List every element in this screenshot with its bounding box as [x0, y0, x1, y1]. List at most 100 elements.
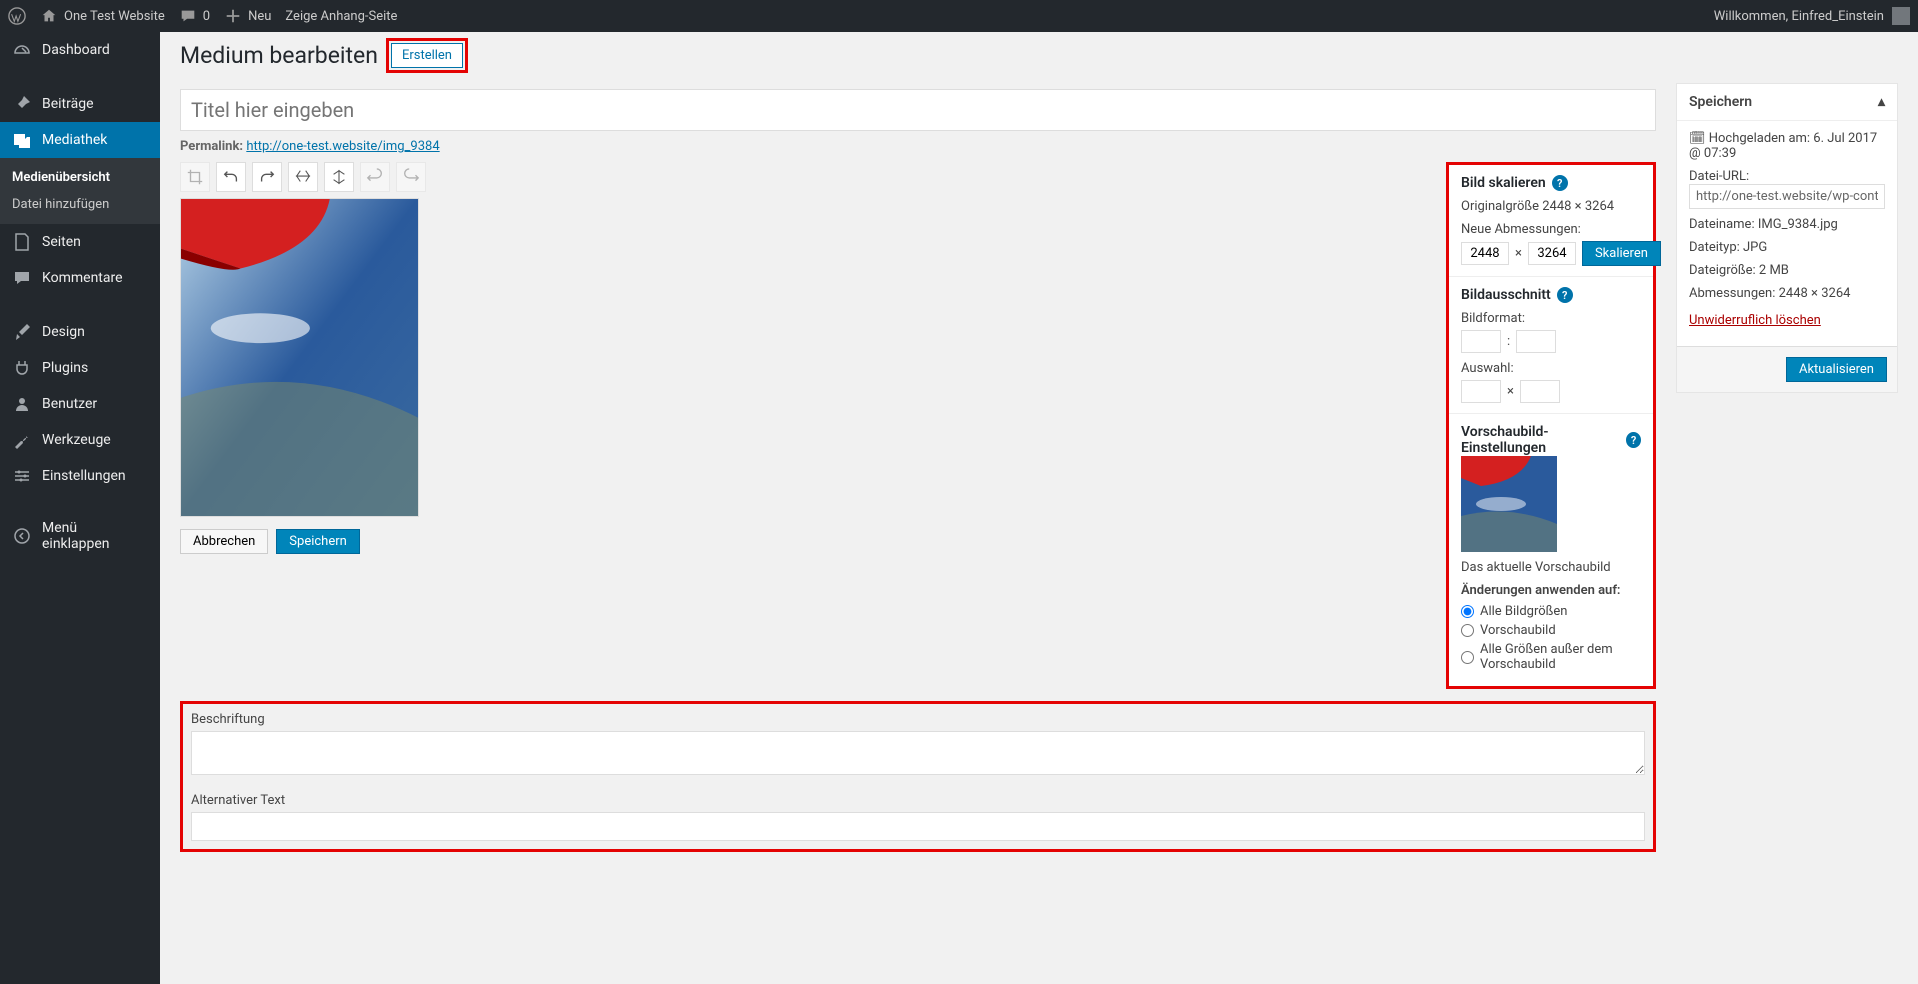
- create-button[interactable]: Erstellen: [391, 43, 463, 68]
- flip-h-icon: [330, 168, 348, 186]
- rotate-left-icon: [222, 168, 240, 186]
- permalink-row: Permalink: http://one-test.website/img_9…: [180, 131, 1656, 162]
- new-dims-label: Neue Abmessungen:: [1461, 222, 1641, 237]
- flip-vertical-button[interactable]: [288, 162, 318, 192]
- caption-textarea[interactable]: [191, 731, 1645, 775]
- site-name: One Test Website: [64, 9, 165, 24]
- image-preview[interactable]: [180, 198, 419, 517]
- menu-collapse[interactable]: Menü einklappen: [0, 512, 160, 560]
- rotate-right-button[interactable]: [252, 162, 282, 192]
- welcome-text[interactable]: Willkommen, Einfred_Einstein: [1714, 9, 1884, 24]
- delete-permanently-link[interactable]: Unwiderruflich löschen: [1689, 313, 1821, 328]
- format-label: Bildformat:: [1461, 311, 1641, 326]
- undo-button[interactable]: [360, 162, 390, 192]
- menu-dashboard[interactable]: Dashboard: [0, 32, 160, 68]
- radio-except-thumb[interactable]: Alle Größen außer dem Vorschaubild: [1461, 642, 1641, 672]
- scale-width-input[interactable]: [1461, 242, 1509, 265]
- scale-button[interactable]: Skalieren: [1582, 241, 1661, 266]
- menu-posts[interactable]: Beiträge: [0, 86, 160, 122]
- sel-w-input[interactable]: [1461, 380, 1501, 403]
- plus-icon: [224, 7, 242, 25]
- page-icon: [12, 232, 32, 252]
- rotate-right-icon: [258, 168, 276, 186]
- ratio-h-input[interactable]: [1516, 330, 1556, 353]
- radio-all-sizes[interactable]: Alle Bildgrößen: [1461, 604, 1641, 619]
- site-link[interactable]: One Test Website: [40, 7, 165, 25]
- menu-plugins[interactable]: Plugins: [0, 350, 160, 386]
- scale-height-input[interactable]: [1528, 242, 1576, 265]
- menu-users[interactable]: Benutzer: [0, 386, 160, 422]
- original-size: Originalgröße 2448 × 3264: [1461, 199, 1641, 214]
- redo-icon: [402, 168, 420, 186]
- apply-changes-label: Änderungen anwenden auf:: [1461, 583, 1641, 598]
- rotate-left-button[interactable]: [216, 162, 246, 192]
- permalink-url[interactable]: http://one-test.website/img_9384: [246, 139, 439, 154]
- menu-media[interactable]: Mediathek: [0, 122, 160, 158]
- crop-button[interactable]: [180, 162, 210, 192]
- flip-horizontal-button[interactable]: [324, 162, 354, 192]
- brush-icon: [12, 322, 32, 342]
- save-metabox-header[interactable]: Speichern ▴: [1677, 84, 1897, 121]
- filesize-row: Dateigröße: 2 MB: [1689, 263, 1885, 278]
- save-metabox: Speichern ▴ 🗓 Hochgeladen am: 6. Jul 201…: [1676, 83, 1898, 393]
- image-edit-toolbar: [180, 162, 1434, 192]
- comment-icon: [12, 268, 32, 288]
- page-heading: Medium bearbeiten: [180, 42, 378, 69]
- wp-logo[interactable]: [8, 7, 26, 25]
- crop-heading: Bildausschnitt?: [1461, 287, 1641, 303]
- comments-link[interactable]: 0: [179, 7, 210, 25]
- main-content: Medium bearbeiten Erstellen Permalink: h…: [160, 32, 1918, 984]
- collapse-icon: [12, 526, 32, 546]
- flip-v-icon: [294, 168, 312, 186]
- radio-thumbnail[interactable]: Vorschaubild: [1461, 623, 1641, 638]
- file-url-input[interactable]: [1689, 184, 1885, 209]
- sliders-icon: [12, 466, 32, 486]
- user-icon: [12, 394, 32, 414]
- update-button[interactable]: Aktualisieren: [1786, 357, 1887, 382]
- submenu-media-overview[interactable]: Medienübersicht: [0, 164, 160, 191]
- admin-bar: One Test Website 0 Neu Zeige Anhang-Seit…: [0, 0, 1918, 32]
- file-url-label: Datei-URL:: [1689, 169, 1885, 184]
- dimensions-row: Abmessungen: 2448 × 3264: [1689, 286, 1885, 301]
- new-link[interactable]: Neu: [224, 7, 271, 25]
- pin-icon: [12, 94, 32, 114]
- help-icon[interactable]: ?: [1557, 287, 1573, 303]
- home-icon: [40, 7, 58, 25]
- view-attachment-link[interactable]: Zeige Anhang-Seite: [285, 9, 397, 24]
- alt-text-input[interactable]: [191, 812, 1645, 841]
- help-icon[interactable]: ?: [1626, 432, 1641, 448]
- permalink-label: Permalink:: [180, 139, 243, 154]
- alt-text-label: Alternativer Text: [191, 793, 1645, 808]
- comment-icon: [179, 7, 197, 25]
- filetype-row: Dateityp: JPG: [1689, 240, 1885, 255]
- menu-tools[interactable]: Werkzeuge: [0, 422, 160, 458]
- menu-comments[interactable]: Kommentare: [0, 260, 160, 296]
- plug-icon: [12, 358, 32, 378]
- media-icon: [12, 130, 32, 150]
- sel-h-input[interactable]: [1520, 380, 1560, 403]
- wrench-icon: [12, 430, 32, 450]
- help-icon[interactable]: ?: [1552, 175, 1568, 191]
- dashboard-icon: [12, 40, 32, 60]
- menu-design[interactable]: Design: [0, 314, 160, 350]
- undo-icon: [366, 168, 384, 186]
- new-label: Neu: [248, 9, 271, 24]
- title-input[interactable]: [180, 89, 1656, 131]
- redo-button[interactable]: [396, 162, 426, 192]
- toggle-icon[interactable]: ▴: [1878, 94, 1885, 110]
- thumb-settings-heading: Vorschaubild-Einstellungen?: [1461, 424, 1641, 456]
- apply-radio-group: Alle Bildgrößen Vorschaubild Alle Größen…: [1461, 604, 1641, 672]
- menu-settings[interactable]: Einstellungen: [0, 458, 160, 494]
- submenu-media-add[interactable]: Datei hinzufügen: [0, 191, 160, 218]
- save-image-button[interactable]: Speichern: [276, 529, 360, 554]
- menu-pages[interactable]: Seiten: [0, 224, 160, 260]
- cancel-button[interactable]: Abbrechen: [180, 529, 268, 554]
- admin-sidebar: Dashboard Beiträge Mediathek Medienübers…: [0, 32, 160, 984]
- media-submenu: Medienübersicht Datei hinzufügen: [0, 158, 160, 224]
- ratio-w-input[interactable]: [1461, 330, 1501, 353]
- caption-alt-section: Beschriftung Alternativer Text: [180, 701, 1656, 852]
- crop-icon: [186, 168, 204, 186]
- selection-label: Auswahl:: [1461, 361, 1641, 376]
- image-settings-panel: Bild skalieren? Originalgröße 2448 × 326…: [1446, 162, 1656, 689]
- user-avatar[interactable]: [1892, 7, 1910, 25]
